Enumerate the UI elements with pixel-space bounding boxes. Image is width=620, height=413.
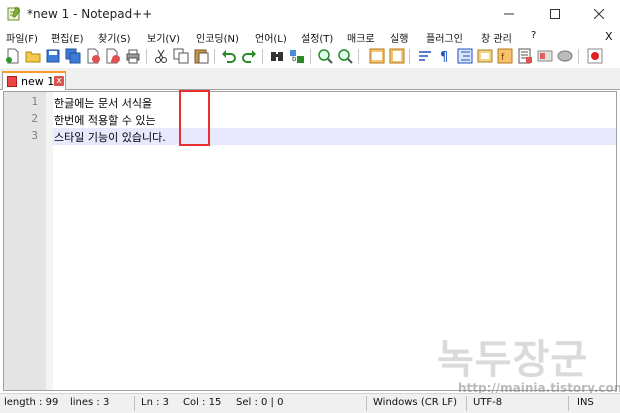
- copy-icon[interactable]: [173, 48, 189, 64]
- maximize-icon: [550, 9, 560, 19]
- line-number: 1: [31, 95, 38, 108]
- line-number: 3: [31, 129, 38, 142]
- toolbar-separator: [358, 49, 359, 64]
- toolbar-separator: [146, 49, 147, 64]
- toolbar-separator: [409, 49, 410, 64]
- folder-workspace-icon[interactable]: [517, 48, 533, 64]
- new-file-icon[interactable]: [5, 48, 21, 64]
- menu-bar: 파일(F) 편집(E) 찾기(S) 보기(V) 인코딩(N) 언어(L) 설정(…: [0, 28, 620, 45]
- status-line: Ln : 3: [141, 397, 169, 408]
- status-encoding[interactable]: UTF-8: [473, 397, 502, 408]
- minimize-button[interactable]: [486, 0, 532, 28]
- svg-text:¶: ¶: [440, 50, 448, 64]
- status-eol[interactable]: Windows (CR LF): [373, 397, 457, 408]
- minimize-icon: [504, 13, 514, 15]
- code-line: 한글에는 문서 서식을: [54, 97, 153, 110]
- sync-horizontal-icon[interactable]: [389, 48, 405, 64]
- menu-macro[interactable]: 매크로: [347, 30, 375, 45]
- show-all-chars-icon[interactable]: ¶: [437, 48, 453, 64]
- zoom-out-icon[interactable]: [337, 48, 353, 64]
- status-length: length : 99: [4, 397, 59, 408]
- unsaved-file-icon: [7, 76, 17, 87]
- menu-help[interactable]: ?: [531, 30, 536, 41]
- menu-edit[interactable]: 편집(E): [51, 30, 84, 45]
- replace-icon[interactable]: b: [289, 48, 305, 64]
- doc-map-icon[interactable]: [477, 48, 493, 64]
- word-wrap-icon[interactable]: [417, 48, 433, 64]
- svg-text:b: b: [292, 55, 297, 63]
- close-icon: [594, 9, 604, 19]
- tab-label: new 1: [21, 75, 55, 88]
- watermark-title: 녹두장군: [437, 337, 589, 383]
- maximize-button[interactable]: [532, 0, 578, 28]
- save-icon[interactable]: [45, 48, 61, 64]
- menu-encoding[interactable]: 인코딩(N): [196, 30, 239, 45]
- tab-new-1[interactable]: new 1 x: [2, 71, 66, 90]
- status-lines: lines : 3: [70, 397, 110, 408]
- toolbar-separator: [214, 49, 215, 64]
- fold-margin: [46, 92, 53, 390]
- close-all-icon[interactable]: [105, 48, 121, 64]
- stop-macro-icon[interactable]: [587, 48, 603, 64]
- toolbar-separator: [262, 49, 263, 64]
- code-line: 한번에 적용할 수 있는: [54, 114, 156, 127]
- title-bar: *new 1 - Notepad++: [0, 0, 620, 28]
- monitoring-icon[interactable]: [537, 48, 553, 64]
- status-selection: Sel : 0 | 0: [236, 397, 284, 408]
- close-icon[interactable]: [85, 48, 101, 64]
- open-file-icon[interactable]: [25, 48, 41, 64]
- status-separator: [568, 396, 569, 411]
- menu-view[interactable]: 보기(V): [147, 30, 180, 45]
- find-icon[interactable]: [269, 48, 285, 64]
- close-window-button[interactable]: [576, 0, 620, 28]
- print-icon[interactable]: [125, 48, 141, 64]
- code-line: 스타일 기능이 있습니다.: [54, 131, 166, 144]
- menu-window[interactable]: 창 관리: [481, 30, 512, 45]
- sync-vertical-icon[interactable]: [369, 48, 385, 64]
- redo-icon[interactable]: [241, 48, 257, 64]
- record-macro-icon[interactable]: [557, 48, 573, 64]
- close-document-x[interactable]: X: [605, 30, 613, 43]
- status-separator: [134, 396, 135, 411]
- function-list-icon[interactable]: f: [497, 48, 513, 64]
- paste-icon[interactable]: [193, 48, 209, 64]
- status-bar: length : 99 lines : 3 Ln : 3 Col : 15 Se…: [0, 393, 620, 413]
- save-all-icon[interactable]: [65, 48, 81, 64]
- menu-settings[interactable]: 설정(T): [301, 30, 333, 45]
- toolbar: b ¶ f: [0, 44, 620, 68]
- annotation-highlight-box: [179, 90, 210, 146]
- status-separator: [366, 396, 367, 411]
- menu-file[interactable]: 파일(F): [6, 30, 38, 45]
- status-column: Col : 15: [183, 397, 222, 408]
- tab-close-icon[interactable]: x: [54, 76, 64, 86]
- menu-run[interactable]: 실행: [390, 30, 408, 45]
- cut-icon[interactable]: [153, 48, 169, 64]
- indent-guide-icon[interactable]: [457, 48, 473, 64]
- menu-search[interactable]: 찾기(S): [98, 30, 131, 45]
- zoom-in-icon[interactable]: [317, 48, 333, 64]
- line-number: 2: [31, 112, 38, 125]
- tab-bar: new 1 x: [0, 68, 620, 90]
- window-title: *new 1 - Notepad++: [27, 7, 153, 21]
- status-insert-mode[interactable]: INS: [577, 397, 594, 408]
- toolbar-separator: [310, 49, 311, 64]
- toolbar-separator: [578, 49, 579, 64]
- notepadpp-app-icon: [7, 6, 21, 21]
- status-separator: [466, 396, 467, 411]
- line-number-gutter: 1 2 3: [4, 92, 46, 390]
- menu-language[interactable]: 언어(L): [255, 30, 287, 45]
- undo-icon[interactable]: [221, 48, 237, 64]
- menu-plugins[interactable]: 플러그인: [426, 30, 463, 45]
